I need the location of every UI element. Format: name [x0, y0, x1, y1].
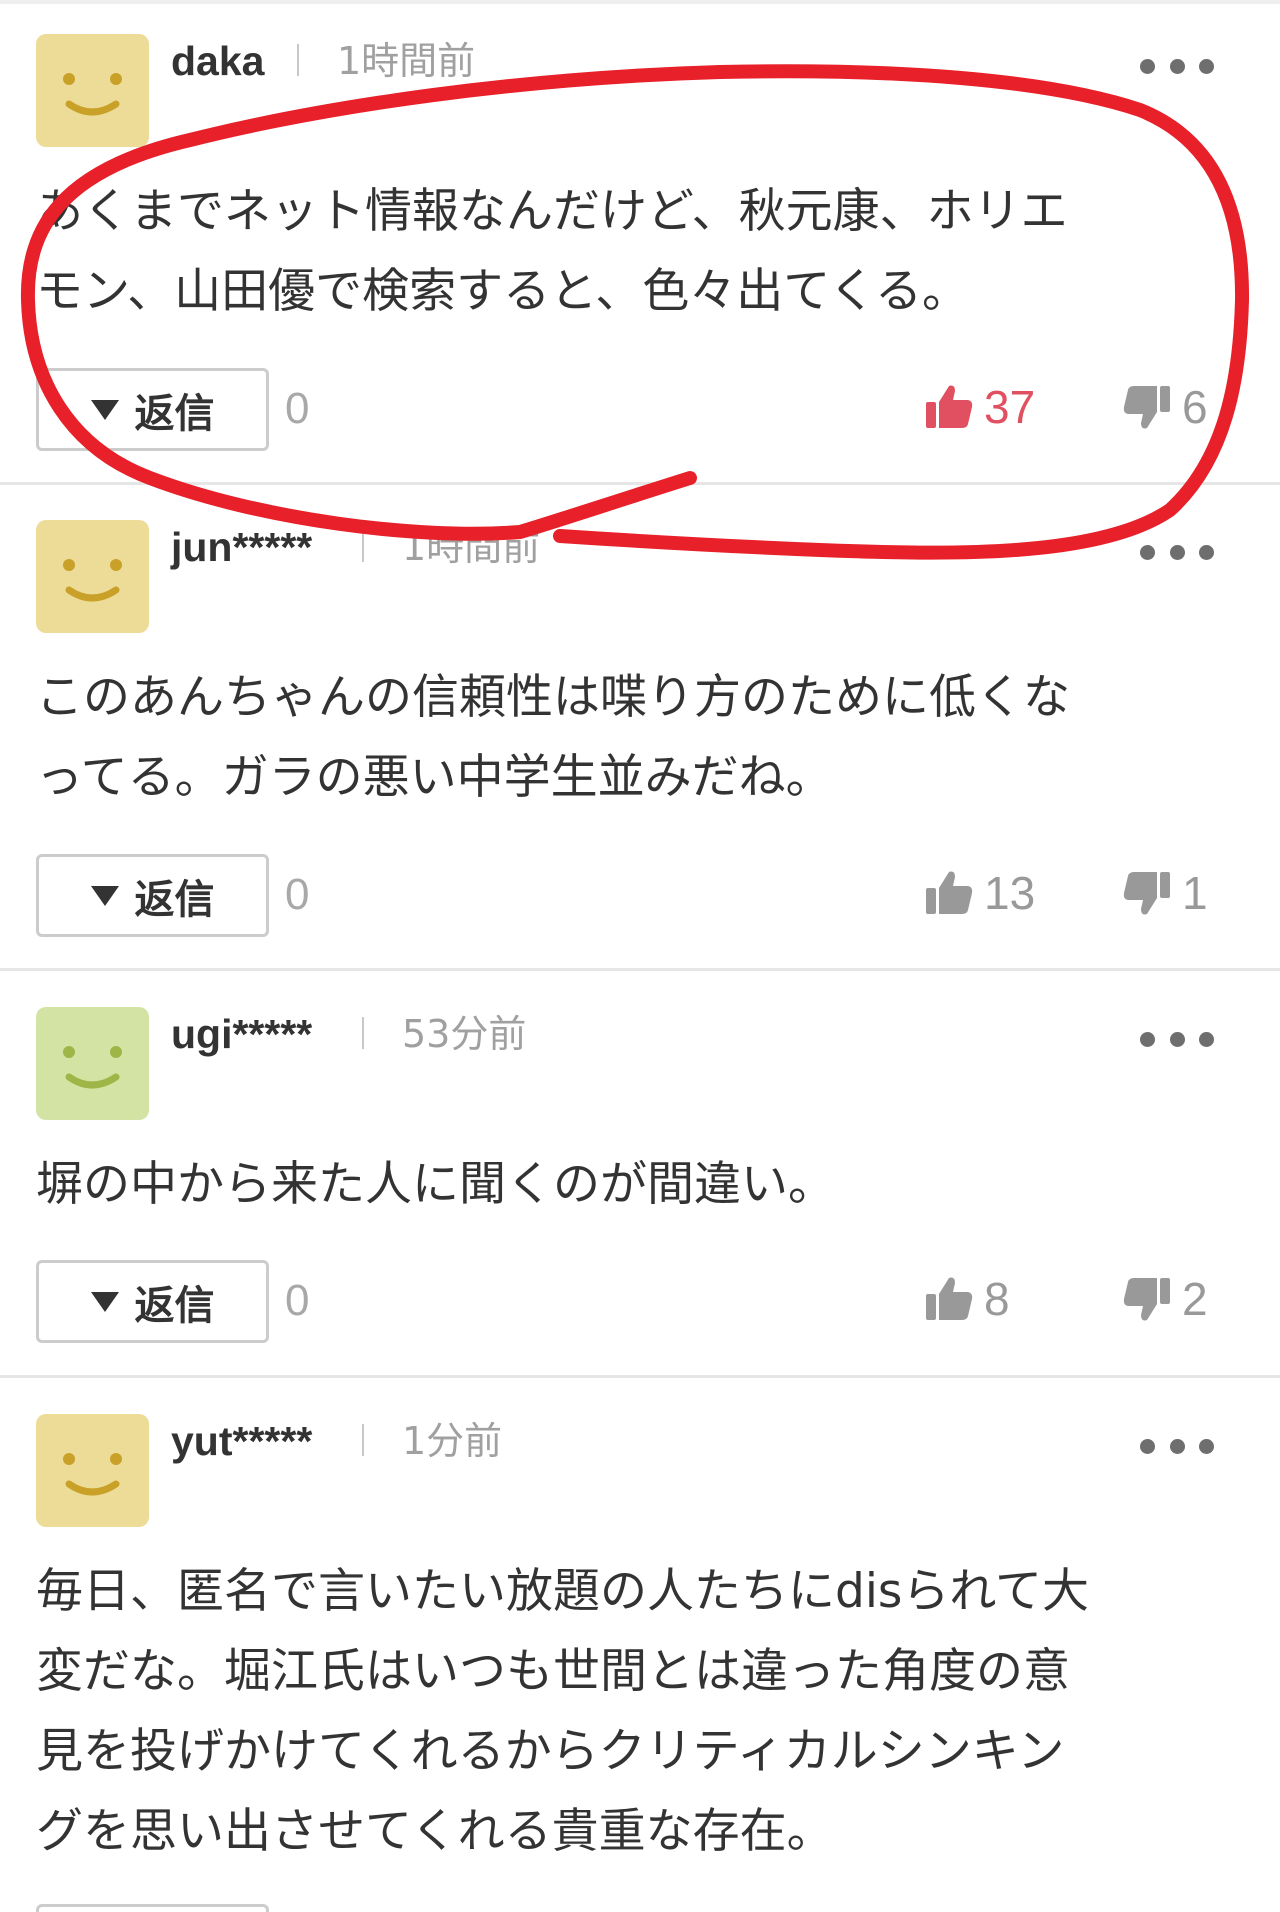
smiley-face-icon: [63, 559, 122, 602]
thumbs-up-icon: [926, 1277, 973, 1320]
avatar[interactable]: [36, 34, 149, 147]
dislike-count: 2: [1182, 1273, 1208, 1325]
reply-count: 0: [285, 384, 310, 433]
comment-line: モン、山田優で検索すると、色々出てくる。: [36, 264, 969, 319]
dislike-count: 6: [1182, 381, 1208, 433]
smiley-face-icon: [63, 73, 122, 116]
reply-count: 0: [285, 1276, 310, 1325]
comment-body: あくまでネット情報なんだけど、秋元康、ホリエ モン、山田優で検索すると、色々出て…: [36, 172, 1248, 332]
dislike-button[interactable]: 1: [1122, 863, 1208, 923]
more-options-button[interactable]: [1140, 542, 1214, 562]
reply-count: 0: [285, 870, 310, 919]
timestamp: 53分前: [402, 1012, 527, 1056]
comment-line: ってる。ガラの悪い中学生並みだね。: [36, 750, 833, 805]
thumbs-down-icon: [1123, 1278, 1170, 1321]
meta-separator: [362, 1017, 364, 1049]
avatar[interactable]: [36, 1414, 149, 1527]
comment-page: daka 1時間前 あくまでネット情報なんだけど、秋元康、ホリエ モン、山田優で…: [0, 0, 1280, 1912]
comment-divider: [0, 482, 1280, 485]
smiley-face-icon: [63, 1046, 122, 1089]
more-dots-icon: [1140, 58, 1155, 74]
like-button[interactable]: 13: [924, 863, 1035, 923]
like-count: 8: [984, 1273, 1010, 1325]
comment-divider: [0, 968, 1280, 971]
triangle-down-icon: [90, 399, 119, 420]
reply-button[interactable]: 返信: [36, 1260, 269, 1343]
dislike-count: 1: [1182, 867, 1208, 919]
triangle-down-icon: [90, 1291, 119, 1312]
meta-separator: [297, 44, 299, 76]
like-button[interactable]: 37: [924, 377, 1035, 437]
comment-line: グを思い出させてくれる貴重な存在。: [36, 1804, 834, 1859]
comment-line: 見を投げかけてくれるからクリティカルシンキン: [36, 1724, 1065, 1779]
comment-line: あくまでネット情報なんだけど、秋元康、ホリエ: [36, 184, 1068, 239]
more-dots-icon: [1140, 544, 1155, 560]
reply-button[interactable]: 返信: [36, 368, 269, 451]
comment-line: 毎日、匿名で言いたい放題の人たちにdisられて大: [36, 1564, 1089, 1619]
comment-divider: [0, 1375, 1280, 1378]
username[interactable]: yut*****: [171, 1416, 312, 1466]
comment-line: 変だな。堀江氏はいつも世間とは違った角度の意: [36, 1644, 1070, 1699]
timestamp: 1分前: [402, 1419, 503, 1463]
meta-separator: [362, 530, 364, 562]
reply-button[interactable]: 返信: [36, 1904, 269, 1912]
comment-body: 毎日、匿名で言いたい放題の人たちにdisられて大 変だな。堀江氏はいつも世間とは…: [36, 1552, 1248, 1872]
like-count: 37: [984, 381, 1036, 433]
comment-body: 塀の中から来た人に聞くのが間違い。: [36, 1145, 1248, 1225]
thumbs-down-icon: [1123, 386, 1170, 429]
triangle-down-icon: [90, 885, 119, 906]
smiley-face-icon: [63, 1453, 122, 1496]
reply-label: 返信: [134, 390, 215, 437]
reply-label: 返信: [134, 876, 215, 923]
timestamp: 1時間前: [402, 525, 541, 569]
dislike-button[interactable]: 6: [1122, 377, 1208, 437]
more-options-button[interactable]: [1140, 56, 1214, 76]
avatar[interactable]: [36, 1007, 149, 1120]
username[interactable]: jun*****: [171, 522, 312, 572]
comment-line: 塀の中から来た人に聞くのが間違い。: [36, 1157, 835, 1212]
thumbs-down-icon: [1123, 872, 1170, 915]
top-divider: [0, 0, 1280, 4]
username[interactable]: daka: [171, 36, 264, 86]
timestamp: 1時間前: [337, 39, 476, 83]
comment-body: このあんちゃんの信頼性は喋り方のために低くな ってる。ガラの悪い中学生並みだね。: [36, 658, 1248, 818]
more-options-button[interactable]: [1140, 1436, 1214, 1456]
like-count: 13: [984, 867, 1036, 919]
more-dots-icon: [1140, 1438, 1155, 1454]
thumbs-up-icon: [926, 385, 973, 428]
more-options-button[interactable]: [1140, 1029, 1214, 1049]
username[interactable]: ugi*****: [171, 1009, 312, 1059]
meta-separator: [362, 1424, 364, 1456]
more-dots-icon: [1140, 1031, 1155, 1047]
thumbs-up-icon: [926, 871, 973, 914]
like-button[interactable]: 8: [924, 1269, 1010, 1329]
avatar[interactable]: [36, 520, 149, 633]
reply-button[interactable]: 返信: [36, 854, 269, 937]
comment-line: このあんちゃんの信頼性は喋り方のために低くな: [36, 670, 1070, 725]
reply-label: 返信: [134, 1282, 215, 1329]
dislike-button[interactable]: 2: [1122, 1269, 1208, 1329]
